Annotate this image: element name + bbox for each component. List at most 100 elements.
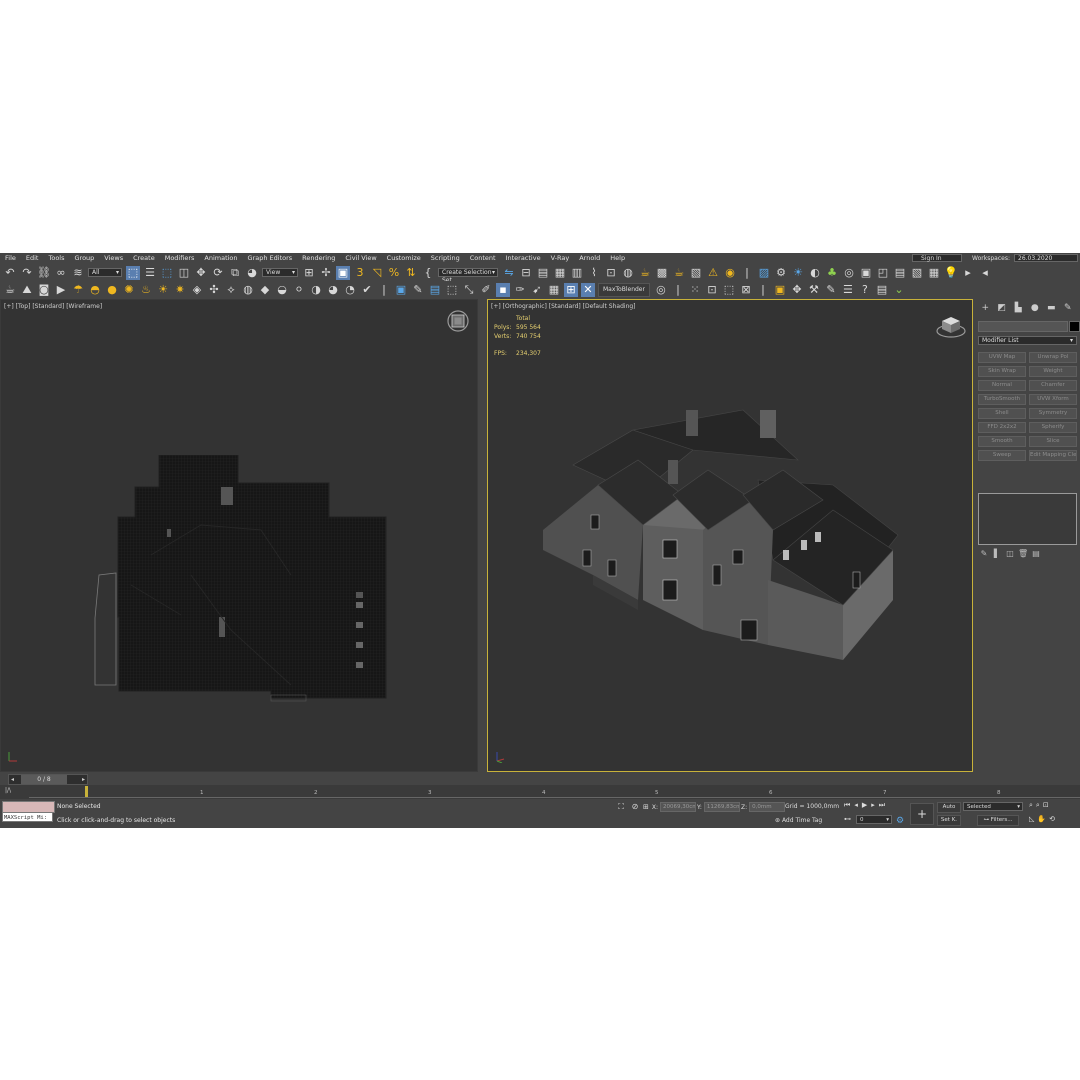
blender-icon[interactable]: ◎ <box>654 283 668 297</box>
utilities-tab-icon[interactable]: ✎ <box>1062 303 1075 313</box>
menu-content[interactable]: Content <box>465 254 501 262</box>
bulb-icon[interactable]: 💡 <box>944 266 958 280</box>
vray-fur-icon[interactable]: ✣ <box>207 283 221 297</box>
vray-volume-icon[interactable]: ◒ <box>275 283 289 297</box>
toolbar-arrow-icon[interactable]: ▸ <box>961 266 975 280</box>
auto-key-button[interactable]: Auto <box>937 802 961 813</box>
modifier-button-weight[interactable]: Weight <box>1029 366 1077 377</box>
menu-graph-editors[interactable]: Graph Editors <box>243 254 298 262</box>
next-frame-icon[interactable]: ▸ <box>871 801 875 810</box>
align-icon[interactable]: ⊟ <box>519 266 533 280</box>
named-selection-set-dropdown[interactable]: Create Selection Set <box>438 268 498 284</box>
menu-help[interactable]: Help <box>605 254 630 262</box>
modifier-button-unwrap[interactable]: Unwrap Pol <box>1029 352 1077 363</box>
vray-clipper-icon[interactable]: ◆ <box>258 283 272 297</box>
house-3d-model[interactable] <box>543 400 903 670</box>
angle-snap-icon[interactable]: ◹ <box>370 266 384 280</box>
show-end-result-icon[interactable]: ▌ <box>992 549 1002 559</box>
vray-sphere-icon[interactable]: ◍ <box>241 283 255 297</box>
set-key-button[interactable]: Set K. <box>937 815 961 826</box>
select-move-icon[interactable]: ✥ <box>194 266 208 280</box>
menu-interactive[interactable]: Interactive <box>501 254 546 262</box>
unlink-icon[interactable]: ∞ <box>54 266 68 280</box>
zoom-extents-all-icon[interactable]: ⊡ <box>1043 801 1049 810</box>
house-wireframe-plan[interactable] <box>91 455 391 705</box>
workspace-dropdown[interactable]: 26.03.2020 <box>1014 254 1078 262</box>
modify-tab-icon[interactable]: ◩ <box>996 303 1009 313</box>
pan-icon[interactable]: ✋ <box>1037 815 1046 823</box>
ribbon-icon[interactable]: ▥ <box>570 266 584 280</box>
arnold-view-icon[interactable]: ◎ <box>842 266 856 280</box>
select-manipulate-icon[interactable]: ✢ <box>319 266 333 280</box>
mesh-light-icon[interactable]: ✷ <box>173 283 187 297</box>
vray-logo-icon[interactable]: ✔ <box>360 283 374 297</box>
maxscript-mini-listener[interactable]: MAXScript Mi: <box>2 812 53 822</box>
menu-create[interactable]: Create <box>128 254 160 262</box>
sun-light-icon[interactable]: ☀ <box>156 283 170 297</box>
pin-stack-icon[interactable]: ✎ <box>979 549 989 559</box>
configure-sets-icon[interactable]: ▤ <box>1031 549 1041 559</box>
motion-tab-icon[interactable]: ● <box>1029 303 1042 313</box>
modifier-button-ffd[interactable]: FFD 2x2x2 <box>978 422 1026 433</box>
absolute-mode-icon[interactable]: ⊞ <box>643 803 649 811</box>
vray-plane-icon[interactable]: ⟡ <box>224 283 238 297</box>
material-ball-3-icon[interactable]: ◕ <box>326 283 340 297</box>
percent-snap-icon[interactable]: % <box>387 266 401 280</box>
modifier-button-chamfer[interactable]: Chamfer <box>1029 380 1077 391</box>
object-name-field[interactable] <box>978 321 1068 332</box>
menu-modifiers[interactable]: Modifiers <box>160 254 200 262</box>
wrench-icon[interactable]: ✎ <box>824 283 838 297</box>
box-edit-icon[interactable]: ⬚ <box>445 283 459 297</box>
arnold-shader-icon[interactable]: ◐ <box>808 266 822 280</box>
current-frame-field[interactable]: 0 <box>856 815 892 824</box>
reference-coordinate-dropdown[interactable]: View <box>262 268 298 277</box>
menu-arnold[interactable]: Arnold <box>574 254 605 262</box>
object-color-swatch[interactable] <box>1069 321 1080 332</box>
key-mode-icon[interactable]: ⊷ <box>844 815 851 823</box>
make-unique-icon[interactable]: ◫ <box>1005 549 1015 559</box>
edit-tool-icon[interactable]: ✑ <box>513 283 527 297</box>
key-filters-button[interactable]: ⊶ Filters... <box>977 815 1019 826</box>
teapot-icon[interactable]: ☕ <box>3 283 17 297</box>
xy-tool-icon[interactable]: ✕ <box>581 282 595 297</box>
camera-icon[interactable]: ◙ <box>37 283 51 297</box>
play-icon[interactable]: ▶ <box>862 801 867 810</box>
display-tab-icon[interactable]: ▬ <box>1045 303 1058 313</box>
link-tool-icon[interactable]: ⤡ <box>462 283 476 297</box>
menu-animation[interactable]: Animation <box>199 254 242 262</box>
window-crossing-icon[interactable]: ◫ <box>177 266 191 280</box>
menu-customize[interactable]: Customize <box>382 254 426 262</box>
vray-render-icon[interactable]: ◉ <box>723 266 737 280</box>
panel-icon[interactable]: ▤ <box>875 283 889 297</box>
modifier-button-shell[interactable]: Shell <box>978 408 1026 419</box>
modifier-button-edit-mapping[interactable]: Edit Mapping Cleaner <box>1029 450 1077 461</box>
modifier-button-turbosmooth[interactable]: TurboSmooth <box>978 394 1026 405</box>
time-slider-knob[interactable]: 0 / 8 <box>21 775 67 784</box>
edit-named-selection-icon[interactable]: { <box>421 266 435 280</box>
frame-icon[interactable]: ⬚ <box>722 283 736 297</box>
isolate-selection-icon[interactable]: ⛶ <box>614 800 628 814</box>
mountain-icon[interactable]: ⛰ <box>20 283 34 297</box>
field-of-view-icon[interactable]: ◺ <box>1029 815 1034 823</box>
pivot-center-icon[interactable]: ⊞ <box>302 266 316 280</box>
material-ball-icon[interactable]: ⚪ <box>292 283 306 297</box>
menu-civil-view[interactable]: Civil View <box>340 254 381 262</box>
create-tab-icon[interactable]: + <box>979 303 992 313</box>
x-field[interactable]: 20069,30cm <box>660 802 697 812</box>
mirror-icon[interactable]: ⇋ <box>502 266 516 280</box>
zoom-icon[interactable]: ⌕ <box>1029 801 1033 810</box>
omni-light-icon[interactable]: ☂ <box>71 283 85 297</box>
material-ball-2-icon[interactable]: ◑ <box>309 283 323 297</box>
keyboard-shortcut-override-icon[interactable]: ▣ <box>336 265 350 280</box>
grid-tool-icon[interactable]: ⊞ <box>564 282 578 297</box>
layer-explorer-icon[interactable]: ▦ <box>553 266 567 280</box>
grid-dots-icon[interactable]: ⁙ <box>688 283 702 297</box>
time-config-icon[interactable]: ⚙ <box>893 814 907 828</box>
render-setup-icon[interactable]: ☕ <box>638 266 652 280</box>
warning-icon[interactable]: ⚠ <box>706 266 720 280</box>
active-tool-icon[interactable]: ▪ <box>496 282 510 297</box>
redo-icon[interactable]: ↷ <box>20 266 34 280</box>
arnold-render-icon[interactable]: ⚙ <box>774 266 788 280</box>
modifier-button-normal[interactable]: Normal <box>978 380 1026 391</box>
video-camera-icon[interactable]: ▶ <box>54 283 68 297</box>
